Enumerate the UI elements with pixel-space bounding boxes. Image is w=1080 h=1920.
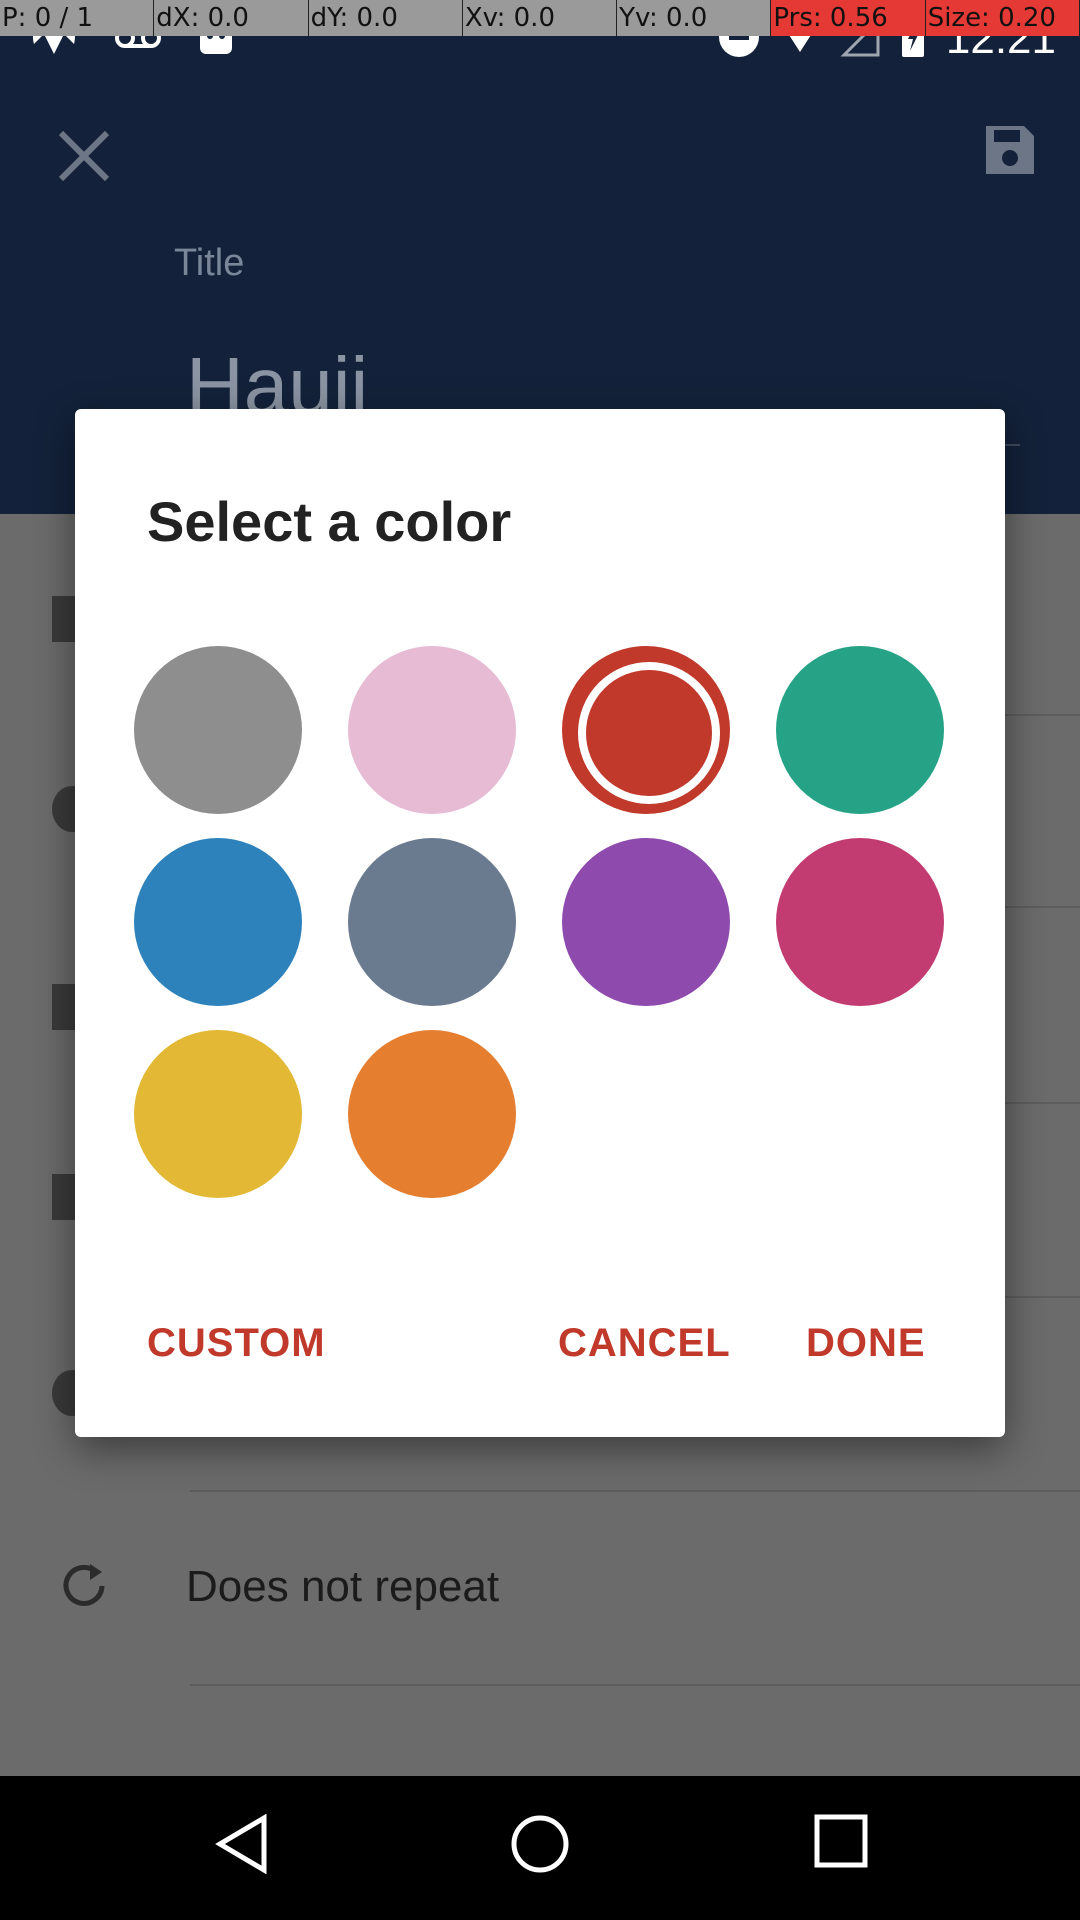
cancel-button[interactable]: CANCEL: [558, 1321, 731, 1366]
debug-dx: dX: 0.0: [154, 0, 309, 36]
color-swatch-yellow[interactable]: [134, 1030, 302, 1198]
color-swatch-gray[interactable]: [134, 646, 302, 814]
color-picker-dialog: Select a color CUSTOM CANCEL DONE: [75, 409, 1005, 1437]
color-swatch-orange[interactable]: [348, 1030, 516, 1198]
debug-pointer: P: 0 / 1: [0, 0, 155, 36]
color-swatch-red[interactable]: [562, 646, 730, 814]
color-swatch-pink[interactable]: [348, 646, 516, 814]
color-swatch-blue[interactable]: [134, 838, 302, 1006]
pointer-location-overlay: P: 0 / 1 dX: 0.0 dY: 0.0 Xv: 0.0 Yv: 0.0…: [0, 0, 1080, 36]
repeat-icon: [58, 1560, 110, 1617]
custom-button[interactable]: CUSTOM: [147, 1321, 326, 1366]
debug-yv: Yv: 0.0: [617, 0, 772, 36]
color-swatch-slate[interactable]: [348, 838, 516, 1006]
color-swatch-teal[interactable]: [776, 646, 944, 814]
row-divider: [190, 1684, 1080, 1686]
row-divider: [190, 1490, 1080, 1492]
dialog-title: Select a color: [147, 490, 512, 553]
title-label: Title: [174, 242, 245, 284]
color-swatch-purple[interactable]: [562, 838, 730, 1006]
close-icon[interactable]: [55, 127, 113, 190]
color-swatch-magenta[interactable]: [776, 838, 944, 1006]
back-icon[interactable]: [214, 1813, 270, 1879]
repeat-label: Does not repeat: [186, 1562, 500, 1611]
debug-xv: Xv: 0.0: [462, 0, 618, 36]
done-button[interactable]: DONE: [806, 1321, 926, 1366]
recents-icon[interactable]: [814, 1814, 868, 1873]
save-icon[interactable]: [982, 122, 1038, 183]
repeat-row[interactable]: Does not repeat: [0, 1540, 1080, 1636]
debug-pressure: Prs: 0.56: [771, 0, 926, 36]
debug-dy: dY: 0.0: [308, 0, 463, 36]
debug-size: Size: 0.20: [925, 0, 1080, 36]
home-icon[interactable]: [510, 1814, 570, 1879]
navigation-bar: [0, 1776, 1080, 1920]
